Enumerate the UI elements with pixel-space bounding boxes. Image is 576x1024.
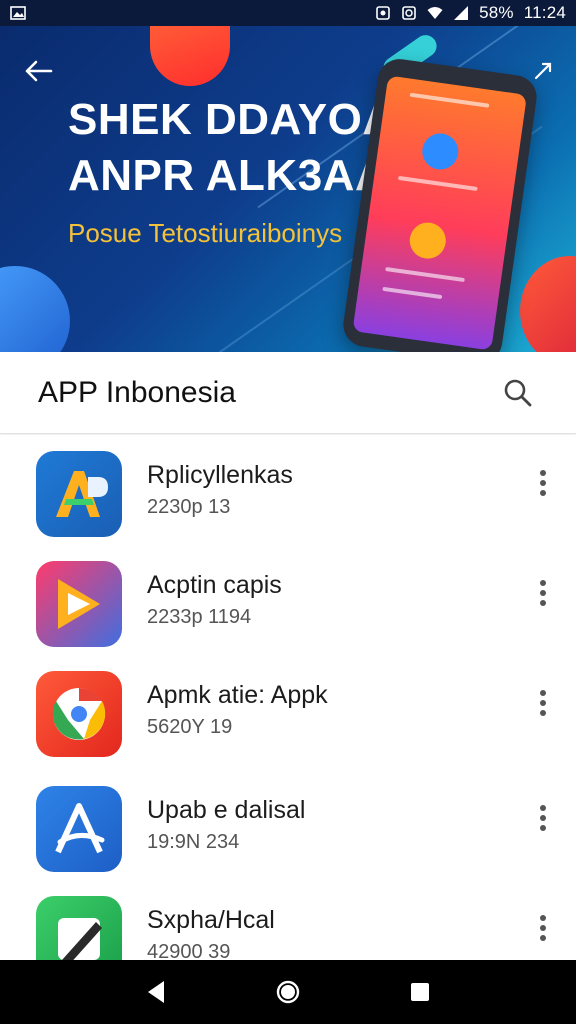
app-name: Rplicyllenkas bbox=[147, 461, 293, 489]
more-options-button[interactable] bbox=[526, 465, 560, 501]
nav-recents-button[interactable] bbox=[396, 968, 444, 1016]
list-item[interactable]: Rplicyllenkas 2230p 13 bbox=[0, 435, 576, 545]
notification-icon bbox=[376, 6, 390, 20]
app-name: Apmk atie: Appk bbox=[147, 681, 328, 709]
list-item[interactable]: Acptin capis 2233p 1194 bbox=[0, 545, 576, 655]
recents-icon bbox=[411, 983, 429, 1001]
back-button[interactable] bbox=[20, 56, 56, 86]
back-icon bbox=[148, 981, 164, 1003]
app-meta: 2233p 1194 bbox=[147, 606, 252, 628]
more-options-button[interactable] bbox=[526, 575, 560, 611]
phone-app-icon bbox=[407, 220, 449, 261]
more-vert-icon bbox=[540, 690, 546, 716]
phone-screen-line bbox=[397, 175, 478, 191]
list-item[interactable]: Upab e dalisal 19:9N 234 bbox=[0, 770, 576, 880]
clock-text: 11:24 bbox=[523, 3, 566, 22]
app-meta: 42900 39 bbox=[147, 941, 231, 960]
phone-screen-line bbox=[382, 286, 443, 300]
wifi-icon bbox=[427, 7, 443, 19]
hero-banner: SHEK DDAYOAL ANPR ALK3AA Posue Tetostiur… bbox=[0, 26, 576, 352]
phone-screen bbox=[352, 75, 527, 351]
battery-text: 58% bbox=[479, 3, 514, 22]
more-options-button[interactable] bbox=[526, 910, 560, 946]
expand-icon bbox=[534, 62, 552, 80]
chrome-icon bbox=[36, 671, 122, 757]
hero-subtitle: Posue Tetostiuraiboinys bbox=[68, 218, 343, 248]
nav-home-button[interactable] bbox=[264, 968, 312, 1016]
hero-decoration bbox=[0, 266, 70, 352]
letter-a-icon bbox=[36, 451, 122, 537]
sync-icon bbox=[402, 6, 416, 20]
list-item[interactable]: Sxpha/Hcal 42900 39 bbox=[0, 880, 576, 960]
expand-button[interactable] bbox=[528, 56, 558, 86]
app-meta: 5620Y 19 bbox=[147, 716, 233, 738]
home-icon bbox=[276, 980, 300, 1004]
app-list: Rplicyllenkas 2230p 13 Acptin capis 2233… bbox=[0, 435, 576, 960]
signal-icon bbox=[454, 6, 469, 20]
image-icon bbox=[10, 6, 26, 20]
search-button[interactable] bbox=[498, 373, 538, 413]
nav-back-button[interactable] bbox=[132, 968, 180, 1016]
app-meta: 19:9N 234 bbox=[147, 831, 240, 853]
hero-decoration bbox=[150, 26, 230, 86]
app-meta: 2230p 13 bbox=[147, 496, 231, 518]
status-bar: 58% 11:24 bbox=[0, 0, 576, 26]
pen-icon bbox=[36, 896, 122, 960]
more-vert-icon bbox=[540, 915, 546, 941]
app-name: Sxpha/Hcal bbox=[147, 906, 275, 934]
app-name: Acptin capis bbox=[147, 571, 282, 599]
phone-screen-line bbox=[409, 92, 490, 108]
page-title: APP Inbonesia bbox=[38, 375, 236, 409]
more-vert-icon bbox=[540, 805, 546, 831]
phone-app-icon bbox=[419, 131, 461, 172]
arrow-left-icon bbox=[25, 60, 53, 82]
search-icon bbox=[504, 379, 532, 406]
more-vert-icon bbox=[540, 470, 546, 496]
system-nav-bar bbox=[0, 960, 576, 1024]
app-bar: APP Inbonesia bbox=[0, 352, 576, 434]
play-icon bbox=[36, 561, 122, 647]
more-options-button[interactable] bbox=[526, 800, 560, 836]
more-options-button[interactable] bbox=[526, 685, 560, 721]
list-item[interactable]: Apmk atie: Appk 5620Y 19 bbox=[0, 655, 576, 765]
more-vert-icon bbox=[540, 580, 546, 606]
app-name: Upab e dalisal bbox=[147, 796, 306, 824]
letter-a-outline-icon bbox=[36, 786, 122, 872]
hero-decoration bbox=[520, 256, 576, 352]
phone-screen-line bbox=[385, 266, 465, 283]
